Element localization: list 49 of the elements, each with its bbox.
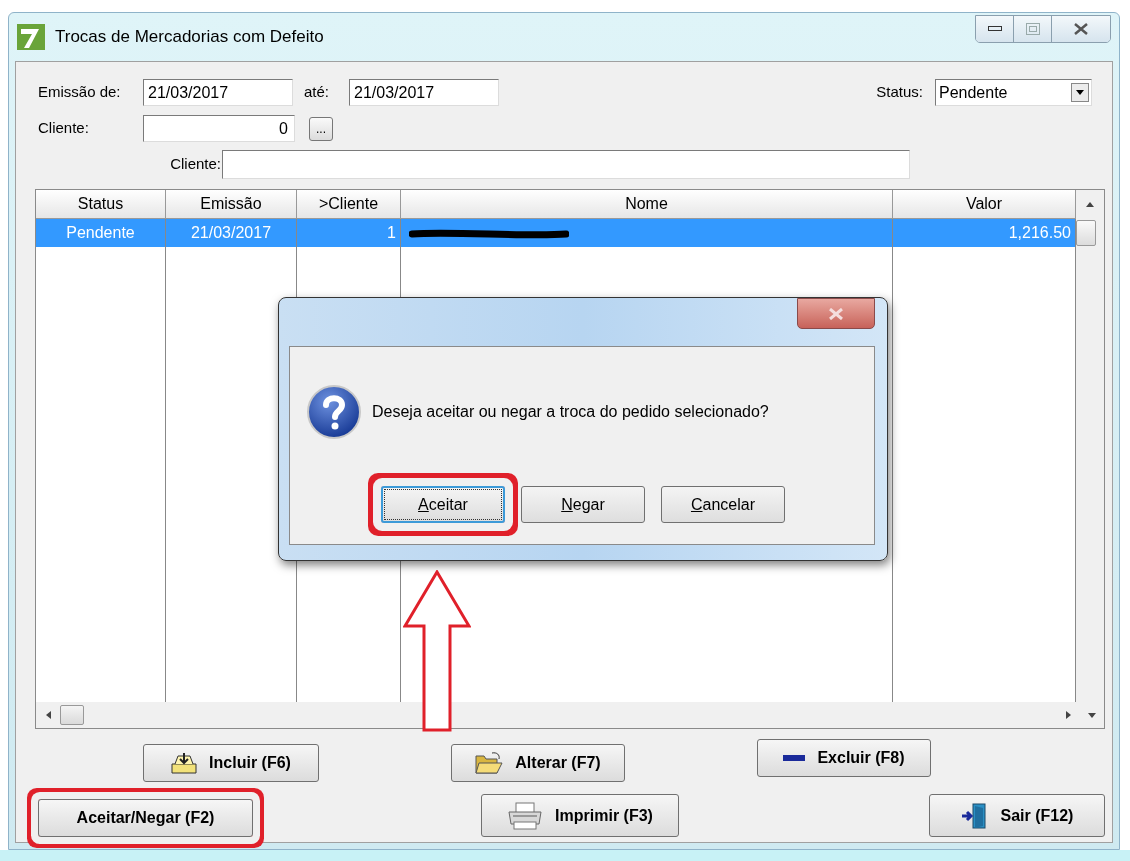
table-cell: 21/03/2017	[190, 224, 272, 241]
action-button[interactable]: Sair (F12)	[929, 794, 1105, 837]
field-label: até:	[304, 82, 331, 103]
client-name-field[interactable]	[222, 150, 910, 179]
field-label: Cliente:	[169, 154, 221, 175]
scroll-down-arrow-icon[interactable]	[1088, 712, 1096, 718]
close-icon	[828, 307, 844, 320]
tray-icon	[171, 752, 198, 774]
client-code-field[interactable]: 0	[143, 115, 295, 142]
door-exit-icon	[960, 802, 989, 829]
scroll-right-arrow-icon[interactable]	[1065, 711, 1071, 719]
field-label: Emissão de:	[38, 82, 122, 103]
close-button[interactable]	[1052, 16, 1110, 42]
action-button[interactable]: Incluir (F6)	[143, 744, 319, 782]
column-header[interactable]: >Cliente	[297, 190, 401, 219]
window-title: Trocas de Mercadorias com Defeito	[55, 26, 324, 49]
table-cell: 1,216.50	[1008, 224, 1071, 241]
dialog-message: Deseja aceitar ou negar a troca do pedido selecionado?	[372, 402, 769, 422]
question-icon	[306, 384, 362, 440]
date-field[interactable]: 21/03/2017	[143, 79, 293, 106]
scrollbar-thumb[interactable]	[1076, 220, 1096, 246]
status-dropdown[interactable]: Pendente	[935, 79, 1092, 106]
action-button[interactable]: Excluir (F8)	[757, 739, 931, 777]
scroll-left-arrow-icon[interactable]	[45, 711, 51, 719]
action-button[interactable]: Alterar (F7)	[451, 744, 625, 782]
dialog-button[interactable]: Cancelar	[661, 486, 785, 523]
field-label: Cliente:	[38, 118, 90, 139]
scrollbar-thumb[interactable]	[60, 705, 84, 725]
action-button[interactable]: Imprimir (F3)	[481, 794, 679, 837]
app-logo-icon	[17, 24, 45, 50]
date-field[interactable]: 21/03/2017	[349, 79, 499, 106]
column-header[interactable]: Status	[36, 190, 166, 219]
table-cell: Pendente	[66, 224, 135, 241]
dialog-button[interactable]: Negar	[521, 486, 645, 523]
minimize-button[interactable]	[976, 16, 1014, 42]
minimize-icon	[987, 26, 1002, 32]
folder-icon	[475, 752, 504, 774]
scroll-up-arrow-icon[interactable]	[1086, 202, 1094, 207]
printer-icon	[507, 801, 544, 830]
field-label: Status:	[876, 82, 923, 103]
close-icon	[1074, 23, 1088, 35]
column-header[interactable]: Nome	[401, 190, 893, 219]
dialog-close-button[interactable]	[797, 298, 875, 329]
browse-button[interactable]: ...	[309, 116, 333, 141]
column-header[interactable]: Valor	[893, 190, 1076, 219]
column-header[interactable]: Emissão	[166, 190, 297, 219]
minus-icon	[783, 754, 806, 762]
maximize-icon	[1025, 23, 1040, 35]
table-cell: 1	[387, 224, 396, 241]
